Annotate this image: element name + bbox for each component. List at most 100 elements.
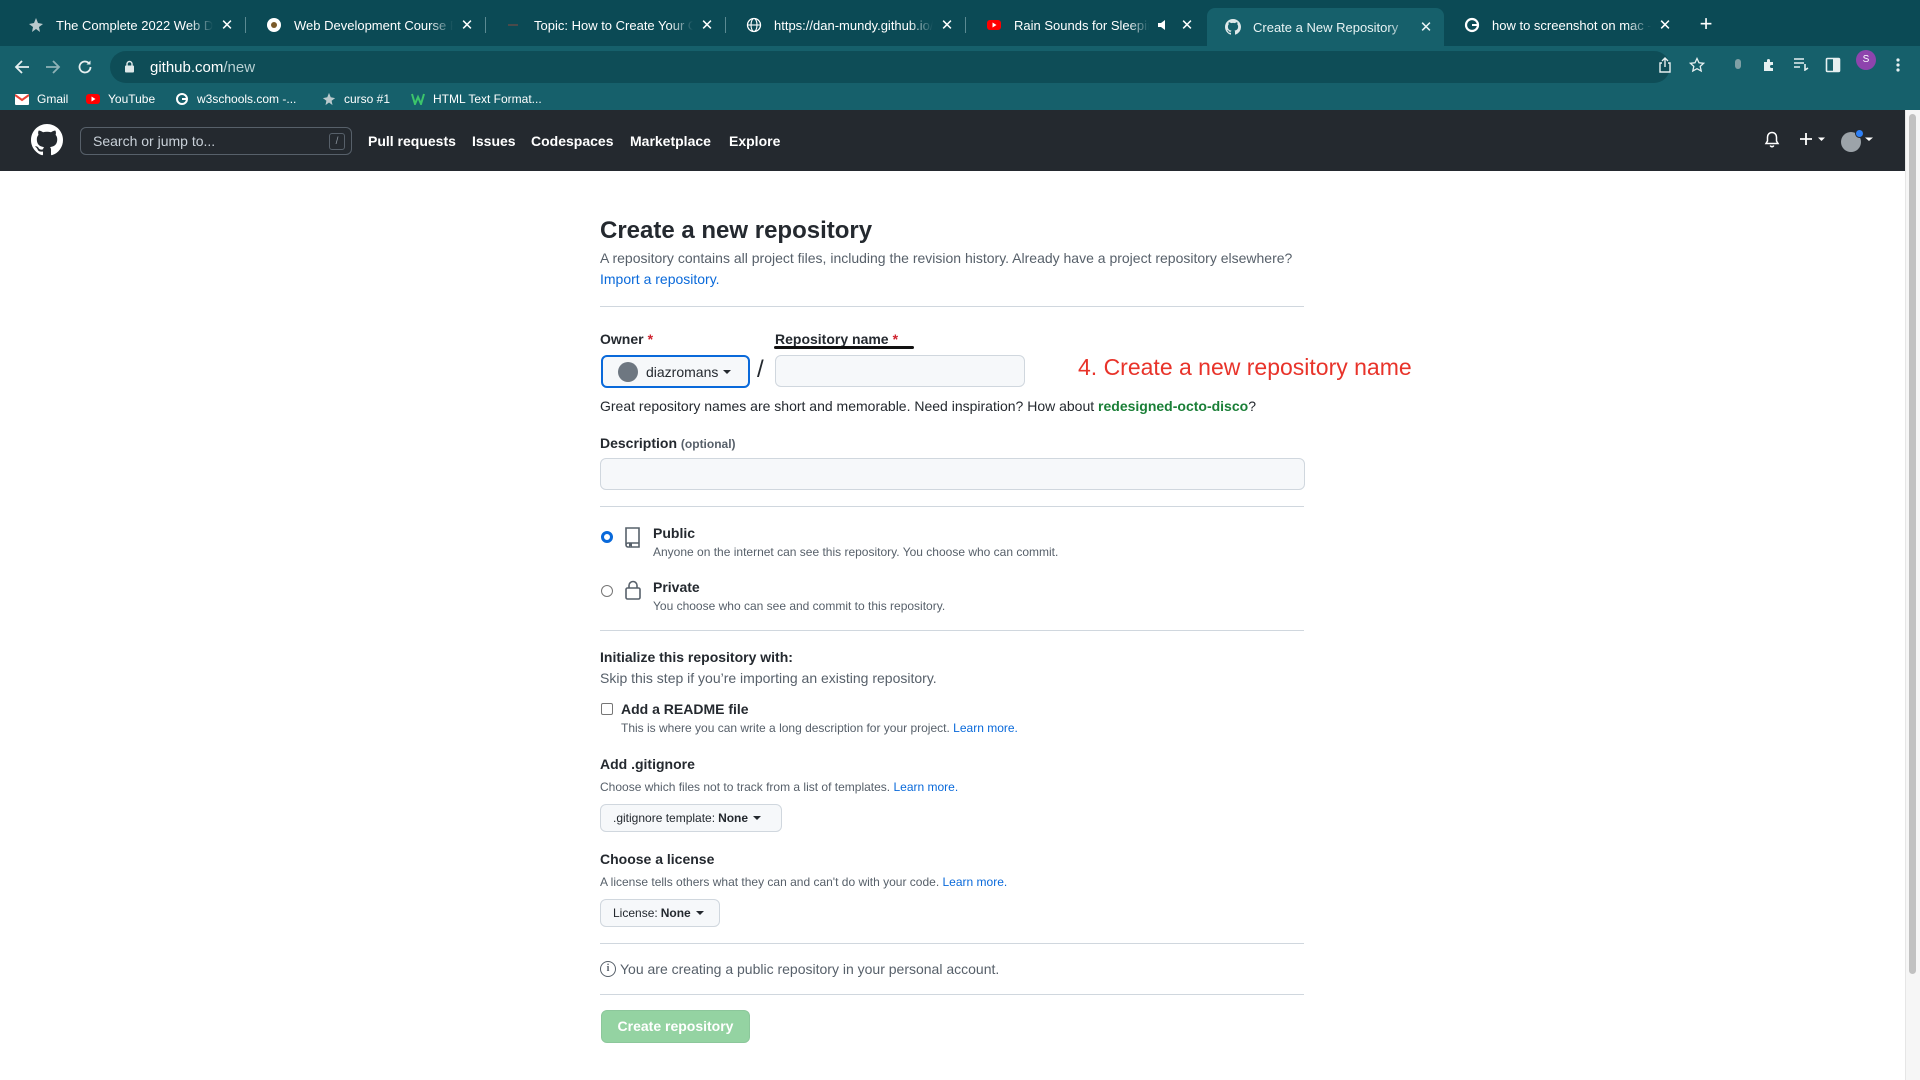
github-logo-icon[interactable] <box>31 124 63 156</box>
owner-avatar <box>618 361 638 382</box>
public-repo-notice: i You are creating a public repository i… <box>600 961 999 977</box>
close-tab-icon[interactable]: ✕ <box>219 16 235 34</box>
create-repository-button[interactable]: Create repository <box>601 1010 750 1043</box>
close-tab-icon[interactable]: ✕ <box>459 16 475 34</box>
udemy-icon <box>322 92 336 106</box>
bookmark-item[interactable]: YouTube <box>86 88 155 110</box>
share-icon[interactable] <box>1655 57 1675 77</box>
browser-toolbar: github.com/new <box>0 46 1920 88</box>
gitignore-learn-more-link[interactable]: Learn more. <box>893 780 958 794</box>
import-repository-link[interactable]: Import a repository. <box>600 271 720 287</box>
page-title: Create a new repository <box>600 217 873 244</box>
readme-checkbox[interactable] <box>601 703 613 715</box>
bookmark-item[interactable]: w3schools.com -... <box>175 88 296 110</box>
browser-tab-strip: The Complete 2022 Web Development Bootca… <box>0 0 1920 46</box>
browser-profile-avatar[interactable]: S <box>1856 50 1876 70</box>
plus-dropdown-icon[interactable] <box>1799 131 1827 152</box>
owner-dropdown-button[interactable]: diazromans <box>601 355 750 388</box>
browser-tab[interactable]: The Complete 2022 Web Development Bootca… <box>10 8 246 42</box>
hint-text: Great repository names are short and mem… <box>600 398 1095 414</box>
bookmark-item[interactable]: HTML Text Format... <box>411 88 542 110</box>
globe-icon <box>746 17 762 33</box>
bookmark-label: w3schools.com -... <box>197 92 297 106</box>
browser-tab[interactable]: Rain Sounds for Sleeping 10 ✕ <box>968 8 1205 42</box>
hint-suffix: ? <box>1248 398 1256 414</box>
private-option-description: You choose who can see and commit to thi… <box>653 599 946 613</box>
repository-name-label: Repository name * <box>775 331 899 347</box>
annotation-underline <box>774 346 914 349</box>
side-panel-icon[interactable] <box>1823 57 1843 77</box>
readme-learn-more-link[interactable]: Learn more. <box>953 721 1018 735</box>
url-host: github.com <box>150 58 224 76</box>
html-icon <box>411 92 425 106</box>
description-input[interactable] <box>600 458 1305 490</box>
tab-title: Create a New Repository <box>1253 19 1399 35</box>
license-title: Choose a license <box>600 851 715 867</box>
browser-tab-active[interactable]: Create a New Repository ✕ <box>1207 8 1444 46</box>
scrollbar-thumb[interactable] <box>1909 114 1916 974</box>
readme-label[interactable]: Add a README file <box>621 701 749 717</box>
divider <box>600 306 1304 307</box>
speaker-icon[interactable] <box>1155 17 1171 33</box>
close-tab-icon[interactable]: ✕ <box>1179 16 1195 34</box>
forward-arrow-icon[interactable] <box>38 52 68 82</box>
readme-description: This is where you can write a long descr… <box>621 721 1018 735</box>
public-radio[interactable] <box>601 531 613 543</box>
bell-icon[interactable] <box>1764 131 1780 153</box>
repository-name-input[interactable] <box>775 355 1025 387</box>
bookmark-star-icon[interactable] <box>1687 56 1707 77</box>
tab-title: https://dan-mundy.github.io/tu <box>774 17 933 33</box>
address-bar[interactable]: github.com/new <box>110 51 1670 83</box>
back-arrow-icon[interactable] <box>7 52 37 82</box>
gitignore-template-dropdown[interactable]: .gitignore template: None <box>600 804 782 832</box>
new-tab-icon[interactable]: + <box>1692 11 1720 39</box>
bookmark-item[interactable]: Gmail <box>15 88 68 110</box>
nav-issues[interactable]: Issues <box>472 133 516 149</box>
reload-icon[interactable] <box>70 52 100 82</box>
kebab-menu-icon[interactable] <box>1888 57 1908 77</box>
tab-title: Web Development Course Resources <box>294 17 453 33</box>
close-tab-icon[interactable]: ✕ <box>1418 18 1434 36</box>
initialize-subtitle: Skip this step if you’re importing an ex… <box>600 670 937 686</box>
repo-book-icon <box>623 526 643 548</box>
bookmarks-bar: Gmail YouTube w3schools.com -... curso #… <box>0 88 1920 110</box>
browser-tab[interactable]: Web Development Course Resources ✕ <box>248 8 486 42</box>
bookmark-item[interactable]: curso #1 <box>322 88 390 110</box>
divider <box>600 506 1304 507</box>
browser-tab[interactable]: https://dan-mundy.github.io/tu ✕ <box>728 8 966 42</box>
tab-title: how to screenshot on mac - Go <box>1492 17 1651 33</box>
lock-icon[interactable] <box>124 60 138 74</box>
google-icon <box>175 92 189 106</box>
optional-tag: (optional) <box>680 437 736 451</box>
gitignore-dropdown-value: None <box>718 811 749 825</box>
puzzle-icon[interactable] <box>1759 57 1779 77</box>
close-tab-icon[interactable]: ✕ <box>699 16 715 34</box>
private-radio[interactable] <box>601 585 613 597</box>
license-dropdown[interactable]: License: None <box>600 899 720 927</box>
name-suggestion-link[interactable]: redesigned-octo-disco <box>1098 398 1248 414</box>
divider <box>600 943 1304 944</box>
browser-tab[interactable]: Topic: How to Create Your Own ✕ <box>488 8 726 42</box>
nav-explore[interactable]: Explore <box>729 133 780 149</box>
close-tab-icon[interactable]: ✕ <box>1657 16 1673 34</box>
nav-codespaces[interactable]: Codespaces <box>531 133 613 149</box>
youtube-icon <box>986 17 1002 33</box>
extension-icon[interactable] <box>1728 57 1748 77</box>
google-icon <box>1464 17 1480 33</box>
github-search-input[interactable]: Search or jump to... / <box>80 127 352 155</box>
info-icon: i <box>600 961 616 977</box>
nav-marketplace[interactable]: Marketplace <box>630 133 711 149</box>
intro-description: A repository contains all project files,… <box>600 250 1293 266</box>
nav-pull-requests[interactable]: Pull requests <box>368 133 456 149</box>
bookmark-label: curso #1 <box>344 92 391 106</box>
chevron-down-icon[interactable] <box>1865 131 1873 152</box>
appbrewery-icon <box>266 17 282 33</box>
tab-title: The Complete 2022 Web Development Bootca… <box>56 17 213 33</box>
close-tab-icon[interactable]: ✕ <box>939 16 955 34</box>
bookmark-label: Gmail <box>37 92 69 106</box>
browser-tab[interactable]: how to screenshot on mac - Go ✕ <box>1446 8 1683 42</box>
github-header: Search or jump to... / Pull requests Iss… <box>0 110 1905 171</box>
media-queue-icon[interactable] <box>1791 57 1811 77</box>
license-learn-more-link[interactable]: Learn more. <box>943 875 1008 889</box>
owner-repo-separator: / <box>757 356 764 383</box>
